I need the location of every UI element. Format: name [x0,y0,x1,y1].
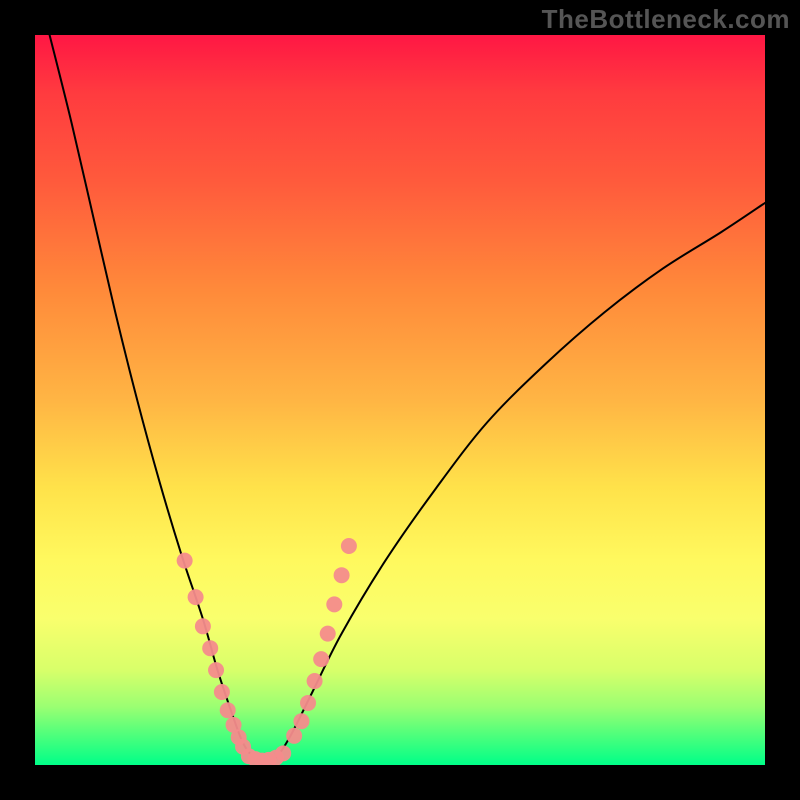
chart-frame: TheBottleneck.com [0,0,800,800]
curve-svg [35,35,765,765]
curve-layer [50,35,765,761]
data-point [286,728,302,744]
data-point [177,553,193,569]
data-point [313,651,329,667]
data-point [334,567,350,583]
dots-layer [177,538,357,765]
bottleneck-curve-path [50,35,765,761]
data-point [326,596,342,612]
watermark-text: TheBottleneck.com [542,4,790,35]
data-point [214,684,230,700]
data-point [202,640,218,656]
data-point [220,702,236,718]
data-point [320,626,336,642]
data-point [293,713,309,729]
data-point [195,618,211,634]
plot-area [35,35,765,765]
data-point [307,673,323,689]
data-point [275,745,291,761]
data-point [341,538,357,554]
data-point [188,589,204,605]
data-point [300,695,316,711]
data-point [208,662,224,678]
